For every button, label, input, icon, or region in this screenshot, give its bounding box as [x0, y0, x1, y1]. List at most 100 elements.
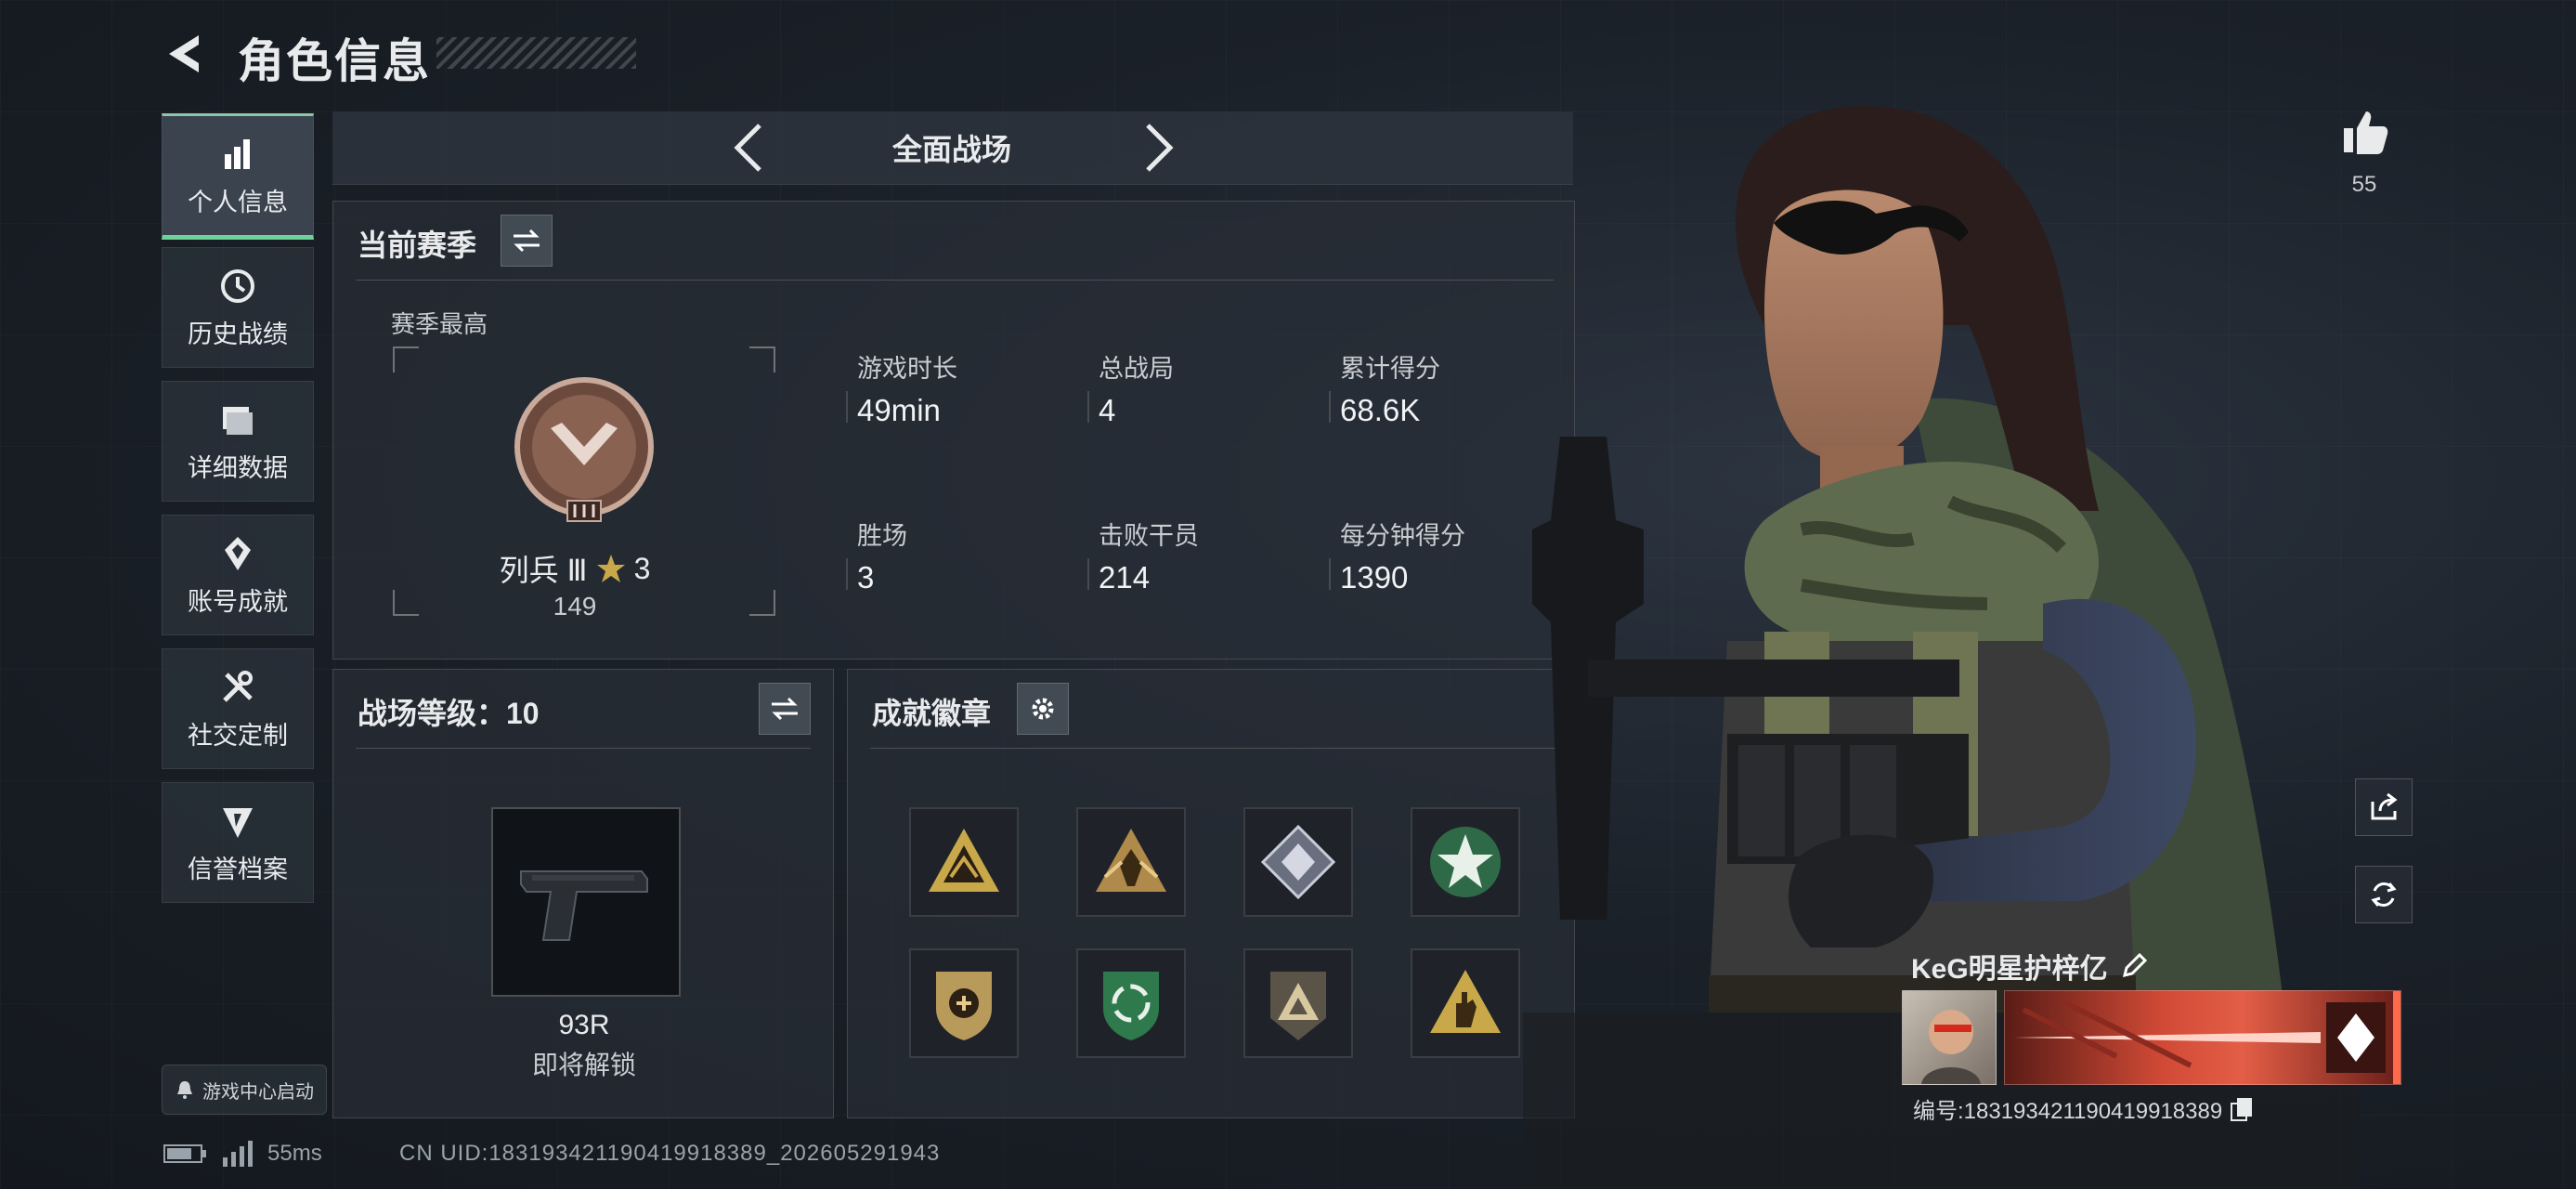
page-title: 角色信息 — [238, 35, 431, 87]
share-icon — [2371, 792, 2398, 820]
diamond-badge-icon — [1260, 824, 1336, 900]
stat-value: 1390 — [1340, 560, 1409, 594]
nav-label: 个人信息 — [188, 188, 288, 216]
stat-value: 68.6K — [1340, 393, 1421, 427]
player-id: 编号:18319342119041991838​9 — [1913, 1099, 2223, 1124]
stat-value: 49min — [857, 393, 941, 427]
tools-icon — [223, 670, 253, 702]
player-namecard[interactable] — [1902, 990, 2409, 1085]
player-name-row: KeG明星护梓亿 — [1911, 946, 2149, 986]
achievement-badge[interactable] — [1243, 807, 1353, 917]
switch-arrows-icon — [772, 697, 798, 721]
nav-item-detailed-data[interactable]: 详细数据 — [162, 381, 314, 502]
namecard-graphic — [2014, 991, 2400, 1084]
star-badge-icon — [1430, 827, 1501, 897]
status-bar: 55ms — [163, 1141, 322, 1167]
stat-separator — [1087, 391, 1089, 423]
pyramid-badge-icon — [1270, 972, 1326, 1040]
stat-separator — [1329, 558, 1331, 590]
star-icon — [596, 555, 625, 582]
nav-item-credit-record[interactable]: 信誉档案 — [162, 782, 314, 903]
nav-item-history[interactable]: 历史战绩 — [162, 247, 314, 368]
stat-separator — [846, 558, 848, 590]
game-center-launch-button[interactable]: 游戏中心启动 — [162, 1065, 327, 1115]
thumbs-up-icon — [2344, 111, 2388, 154]
battery-icon — [163, 1144, 206, 1163]
rank-name: 列兵 Ⅲ — [499, 554, 588, 587]
history-clock-icon — [221, 268, 254, 303]
frame-corner — [393, 590, 419, 616]
refresh-icon — [2371, 882, 2397, 907]
folder-icon — [223, 406, 253, 435]
stat-separator — [1087, 558, 1089, 590]
battlefield-level-panel: 战场等级：10 93R 即将解锁 — [332, 669, 834, 1118]
ping-text: 55ms — [267, 1141, 322, 1166]
achievements-title: 成就徽章 — [872, 697, 992, 730]
player-id-row: 编号:18319342119041991838​9 — [1913, 1092, 2254, 1125]
season-switch-button[interactable] — [501, 215, 553, 267]
achievement-badge[interactable] — [1411, 948, 1520, 1058]
achievement-badge[interactable] — [1076, 807, 1186, 917]
weapon-preview[interactable] — [491, 807, 681, 997]
achievements-settings-button[interactable] — [1017, 683, 1069, 735]
recycle-badge-icon — [1103, 972, 1159, 1040]
player-name: KeG明星护梓亿 — [1911, 954, 2108, 985]
season-highest-label: 赛季最高 — [391, 310, 488, 338]
achievement-badge[interactable] — [909, 807, 1019, 917]
battlefield-level-title: 战场等级：10 — [358, 697, 540, 730]
shield-badge-icon — [936, 972, 992, 1040]
season-title: 当前赛季 — [358, 229, 477, 262]
achievement-badge[interactable] — [909, 948, 1019, 1058]
nav-label: 社交定制 — [188, 721, 288, 750]
stat-value: 3 — [857, 560, 875, 594]
stat-label: 累计得分 — [1340, 355, 1440, 383]
share-button[interactable] — [2355, 778, 2413, 836]
namecard-banner — [2004, 990, 2401, 1085]
chevron-left-icon — [734, 124, 761, 172]
nav-label: 历史战绩 — [188, 320, 288, 348]
nav-item-social-custom[interactable]: 社交定制 — [162, 648, 314, 769]
achievement-diamond-icon — [225, 536, 251, 570]
rank-stars: 3 — [633, 551, 651, 585]
season-panel: 当前赛季 赛季最高 列兵 Ⅲ 3 149 游戏时长 49min 总战局 4 累计… — [332, 201, 1575, 660]
back-button[interactable] — [160, 28, 212, 80]
achievement-badge[interactable] — [1076, 948, 1186, 1058]
like-button[interactable] — [2336, 104, 2392, 160]
level-divider — [356, 748, 811, 749]
avatar — [1902, 990, 1997, 1085]
stat-label: 游戏时长 — [857, 355, 957, 383]
frame-corner — [749, 590, 775, 616]
mode-prev-button[interactable] — [724, 117, 773, 178]
achievement-badge[interactable] — [1243, 948, 1353, 1058]
stat-label: 击败干员 — [1099, 522, 1199, 550]
weapon-name: 93R — [558, 1010, 610, 1040]
refresh-button[interactable] — [2355, 866, 2413, 923]
achievement-badge[interactable] — [1411, 807, 1520, 917]
back-arrow-icon — [169, 35, 199, 72]
nav-label: 信誉档案 — [188, 855, 288, 883]
hand-badge-icon — [1430, 970, 1501, 1033]
nav-label: 账号成就 — [188, 587, 288, 616]
nav-item-account-achievement[interactable]: 账号成就 — [162, 515, 314, 635]
title-decoration — [436, 37, 636, 69]
level-switch-button[interactable] — [759, 683, 811, 735]
stat-value: 4 — [1099, 393, 1116, 427]
rank-points: 149 — [553, 592, 597, 621]
weapon-status: 即将解锁 — [531, 1051, 636, 1079]
mode-next-button[interactable] — [1135, 117, 1183, 178]
rank-emblem-icon — [514, 377, 654, 522]
likes-count: 55 — [2351, 172, 2377, 197]
stat-separator — [846, 391, 848, 423]
bell-icon — [177, 1081, 192, 1099]
mode-title: 全面战场 — [891, 133, 1011, 166]
switch-arrows-icon — [514, 229, 540, 253]
edit-pencil-icon[interactable] — [2119, 951, 2149, 981]
frame-corner — [393, 346, 419, 372]
rank-line: 列兵 Ⅲ 3 — [426, 547, 723, 590]
nav-label: 详细数据 — [188, 453, 288, 482]
mountain-badge-icon — [929, 829, 999, 892]
avatar-face-icon — [1921, 1010, 1981, 1084]
copy-icon[interactable] — [2230, 1096, 2254, 1122]
nav-item-personal-info[interactable]: 个人信息 — [162, 113, 314, 240]
gear-icon — [1032, 698, 1054, 720]
